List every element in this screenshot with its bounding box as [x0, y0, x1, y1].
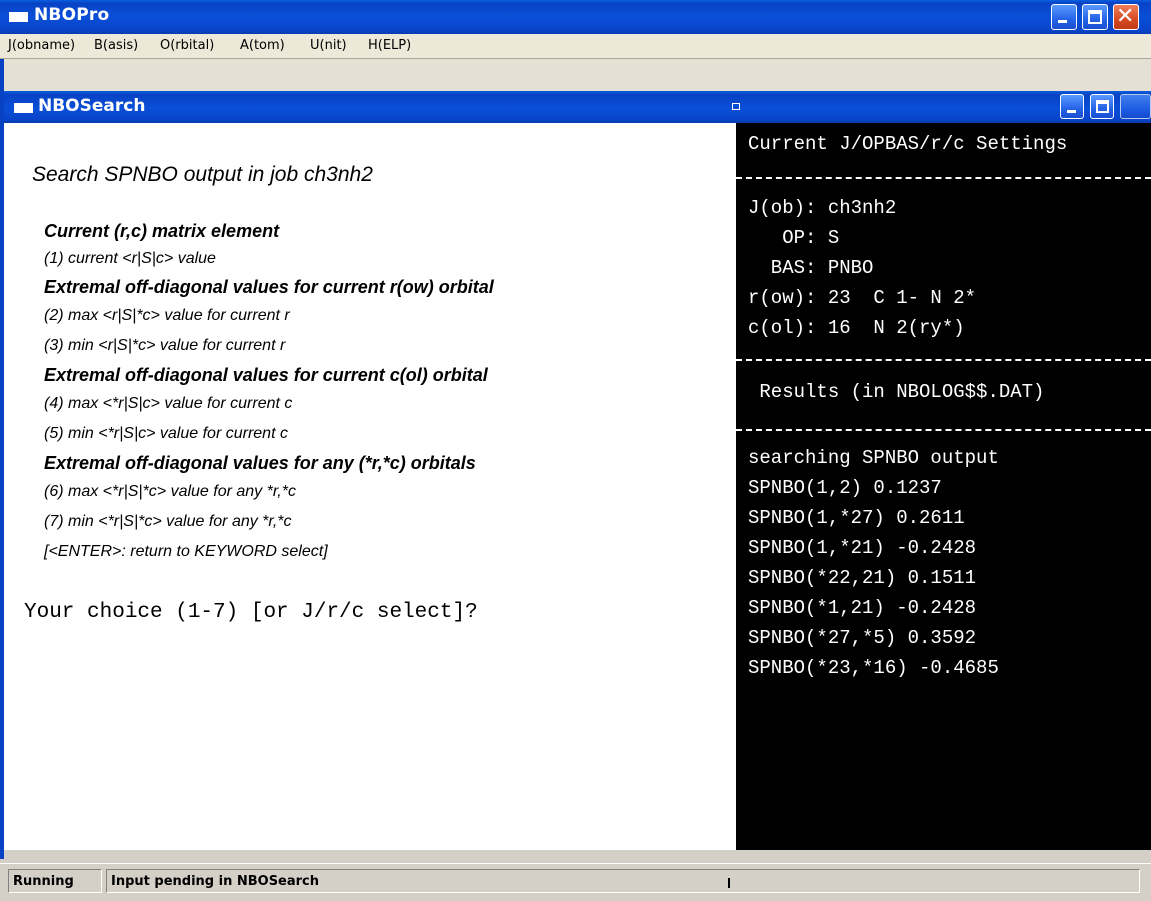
- menu-atom[interactable]: A(tom): [240, 38, 285, 53]
- setting-basis: BAS: PNBO: [748, 257, 874, 279]
- group-heading-any: Extremal off-diagonal values for any (*r…: [44, 453, 476, 473]
- choice-prompt[interactable]: Your choice (1-7) [or J/r/c select]?: [24, 601, 478, 624]
- app-titlebar[interactable]: NBOPro ✕: [0, 0, 1151, 34]
- settings-terminal: Current J/OPBAS/r/c Settings J(ob): ch3n…: [736, 123, 1151, 850]
- separator: [736, 359, 1151, 361]
- option-4: (4) max <*r|S|c> value for current c: [44, 395, 293, 412]
- maximize-icon: [1096, 100, 1109, 113]
- subwindow-titlebar[interactable]: NBOSearch: [4, 91, 1151, 123]
- menu-help[interactable]: H(ELP): [368, 38, 411, 53]
- maximize-button[interactable]: [1082, 4, 1108, 30]
- status-divider: [728, 878, 730, 888]
- status-bar: Running Input pending in NBOSearch: [0, 863, 1151, 901]
- minimize-icon: [1067, 110, 1076, 113]
- setting-row: r(ow): 23 C 1- N 2*: [748, 287, 977, 309]
- group-heading-col: Extremal off-diagonal values for current…: [44, 365, 488, 385]
- menu-orbital[interactable]: O(rbital): [160, 38, 214, 53]
- minimize-icon: [1058, 20, 1067, 23]
- option-5: (5) min <*r|S|c> value for current c: [44, 425, 288, 442]
- subwindow-minimize-button[interactable]: [1060, 94, 1084, 119]
- separator: [736, 177, 1151, 179]
- result-line: searching SPNBO output: [748, 447, 999, 469]
- separator: [736, 429, 1151, 431]
- subwindow-close-button[interactable]: [1120, 94, 1151, 119]
- subwindow-maximize-button[interactable]: [1090, 94, 1114, 119]
- search-menu-pane: Search SPNBO output in job ch3nh2 Curren…: [4, 123, 736, 850]
- app-title: NBOPro: [34, 5, 110, 25]
- result-line: SPNBO(*1,21) -0.2428: [748, 597, 977, 619]
- minimize-button[interactable]: [1051, 4, 1077, 30]
- results-header: Results (in NBOLOG$$.DAT): [748, 381, 1045, 403]
- subwindow-title: NBOSearch: [38, 96, 146, 116]
- result-line: SPNBO(*23,*16) -0.4685: [748, 657, 999, 679]
- option-3: (3) min <r|S|*c> value for current r: [44, 337, 286, 354]
- group-heading-row: Extremal off-diagonal values for current…: [44, 277, 494, 297]
- result-line: SPNBO(*22,21) 0.1511: [748, 567, 977, 589]
- menu-jobname[interactable]: J(obname): [8, 38, 75, 53]
- menu-basis[interactable]: B(asis): [94, 38, 138, 53]
- settings-header: Current J/OPBAS/r/c Settings: [748, 133, 1068, 155]
- menu-unit[interactable]: U(nit): [310, 38, 347, 53]
- maximize-icon: [1088, 10, 1102, 24]
- status-state: Running: [8, 869, 102, 893]
- app-window-icon: [9, 12, 28, 22]
- option-1: (1) current <r|S|c> value: [44, 250, 216, 267]
- search-title: Search SPNBO output in job ch3nh2: [32, 163, 373, 186]
- window-bottom-frame: [4, 850, 1151, 863]
- result-line: SPNBO(1,2) 0.1237: [748, 477, 942, 499]
- setting-col: c(ol): 16 N 2(ry*): [748, 317, 965, 339]
- status-message: Input pending in NBOSearch: [106, 869, 1140, 893]
- group-heading-current: Current (r,c) matrix element: [44, 221, 280, 241]
- option-7: (7) min <*r|S|*c> value for any *r,*c: [44, 513, 292, 530]
- menu-bar: J(obname) B(asis) O(rbital) A(tom) U(nit…: [0, 34, 1151, 59]
- option-2: (2) max <r|S|*c> value for current r: [44, 307, 290, 324]
- result-line: SPNBO(1,*27) 0.2611: [748, 507, 965, 529]
- option-enter: [<ENTER>: return to KEYWORD select]: [44, 543, 328, 560]
- option-6: (6) max <*r|S|*c> value for any *r,*c: [44, 483, 296, 500]
- result-line: SPNBO(1,*21) -0.2428: [748, 537, 977, 559]
- subwindow-icon: [14, 103, 33, 113]
- setting-job: J(ob): ch3nh2: [748, 197, 897, 219]
- close-icon: ✕: [1116, 4, 1135, 29]
- restore-indicator-icon: [732, 103, 740, 110]
- setting-op: OP: S: [748, 227, 840, 249]
- mdi-background: [4, 59, 1151, 91]
- result-line: SPNBO(*27,*5) 0.3592: [748, 627, 977, 649]
- close-button[interactable]: ✕: [1113, 4, 1139, 30]
